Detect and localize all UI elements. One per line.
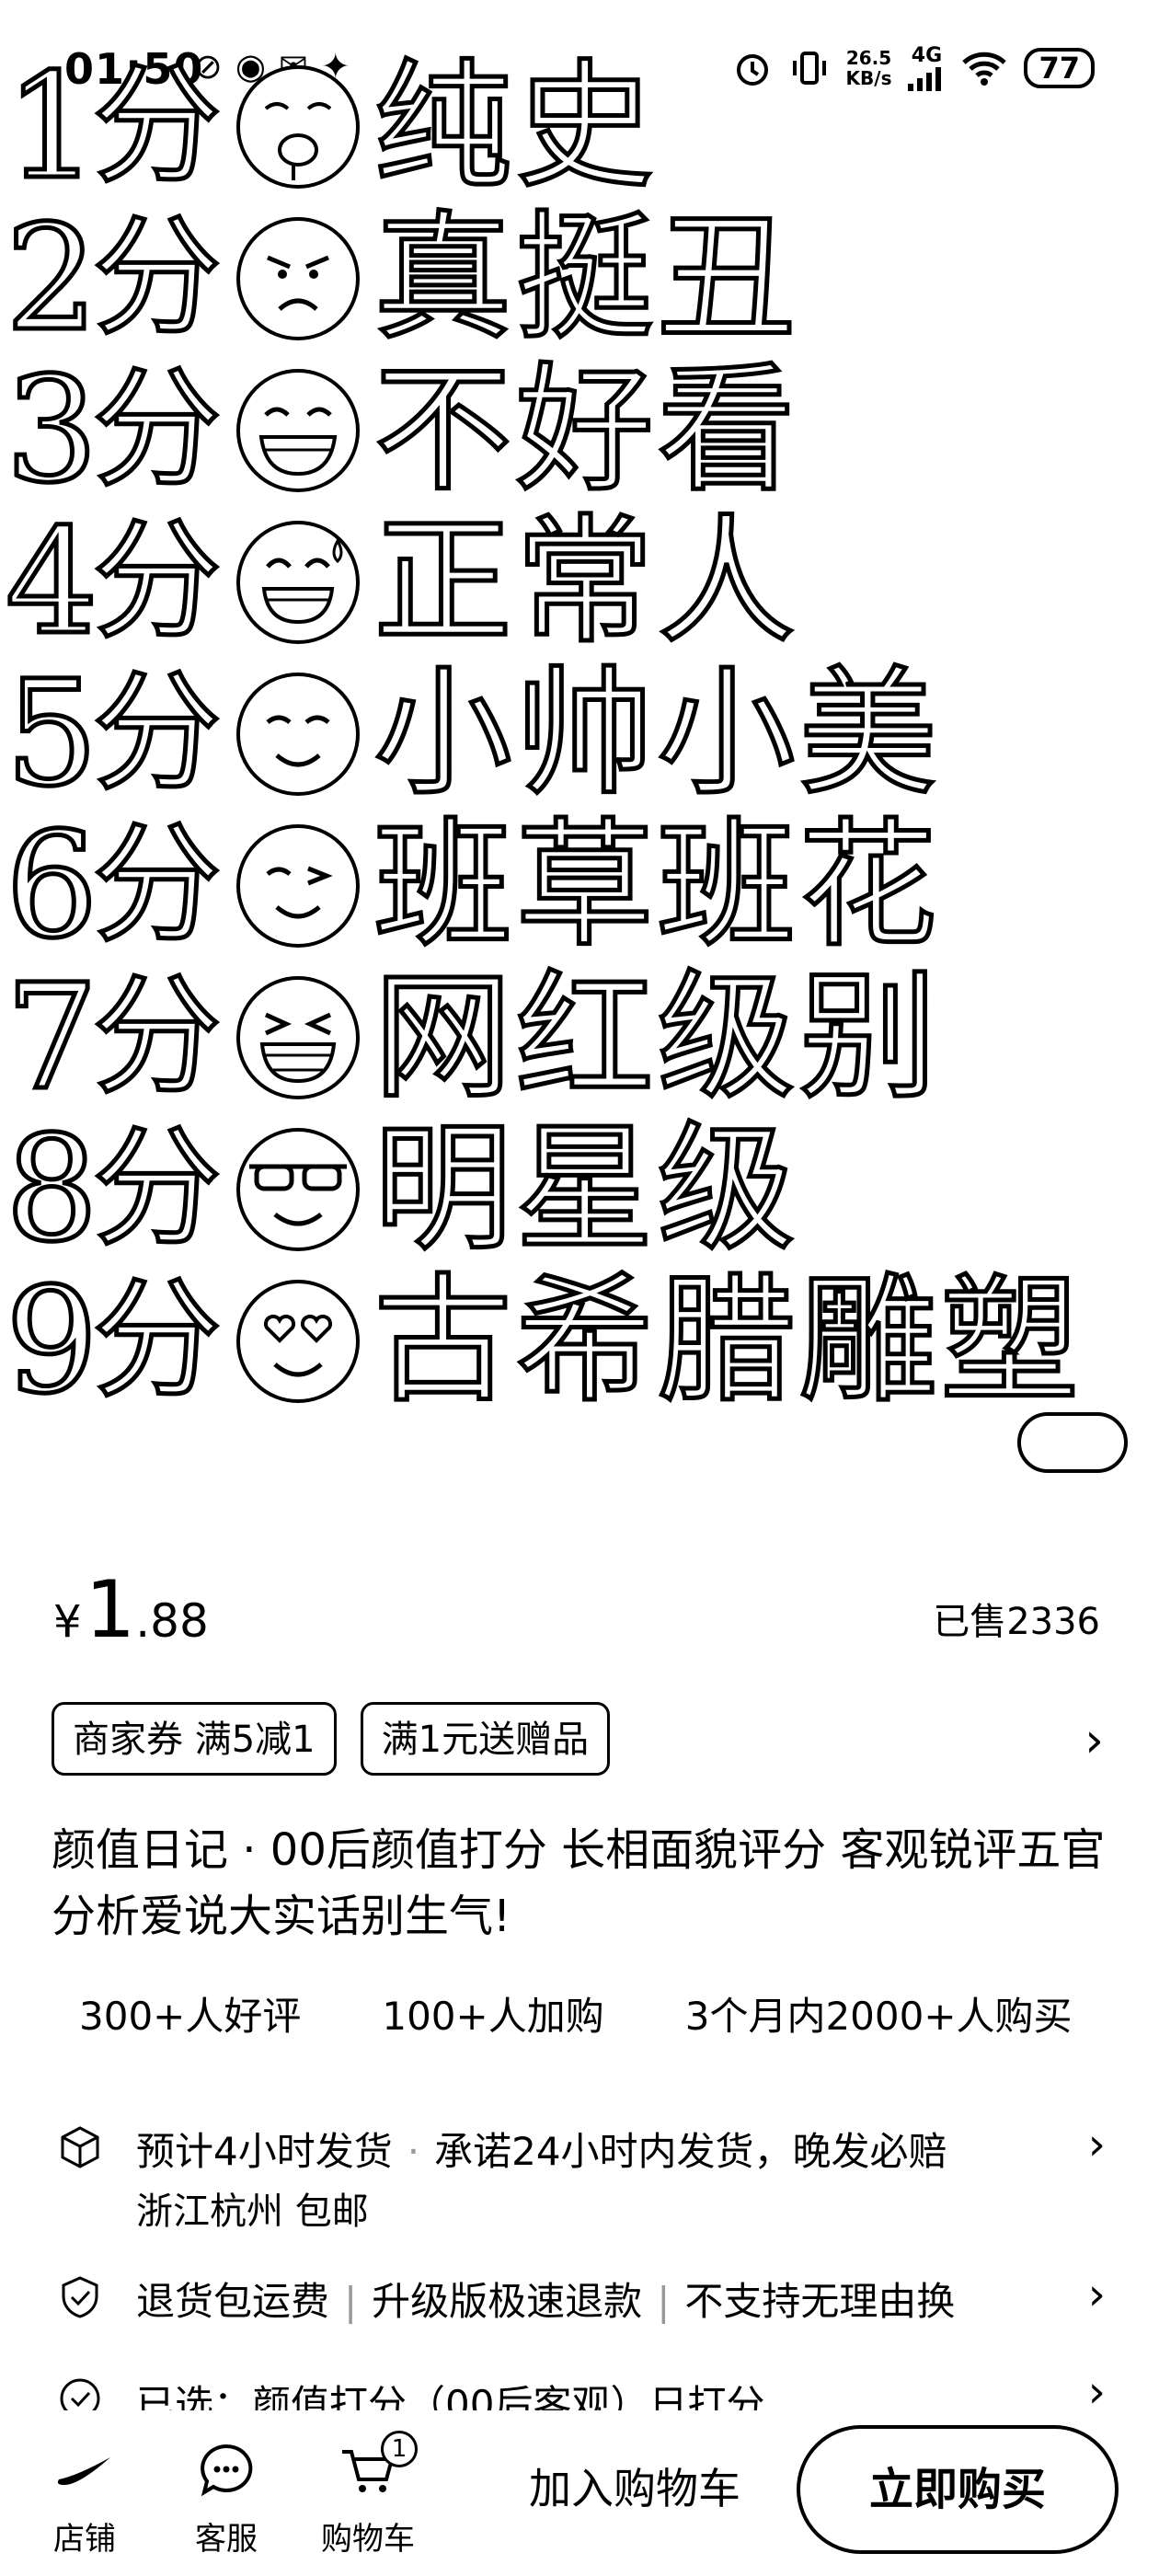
separator: | xyxy=(344,2279,358,2324)
rating-description: 真挺丑 xyxy=(372,198,799,359)
add-to-cart-button[interactable]: 加入购物车 xyxy=(497,2438,773,2539)
check-circle-icon xyxy=(60,2378,100,2410)
rating-description: 班草班花 xyxy=(372,805,941,966)
rating-row-7: 7 分 网红级别 xyxy=(4,952,941,1122)
product-title: 颜值日记 · 00后颜值打分 长相面貌评分 客观锐评五官分析爱说大实话别生气! xyxy=(52,1824,1106,1942)
return-policy-3: 不支持无理由换 xyxy=(684,2279,956,2324)
cart-icon: 1 xyxy=(313,2431,423,2502)
sunglasses-face-icon xyxy=(235,1127,360,1251)
rating-number: 9 xyxy=(4,1256,101,1426)
rating-description: 网红级别 xyxy=(372,957,941,1118)
buy-now-button[interactable]: 立即购买 xyxy=(797,2425,1119,2554)
returns-info: 退货包运费 | 升级版极速退款 | 不支持无理由换 xyxy=(136,2271,955,2327)
rating-number: 4 xyxy=(4,497,101,667)
rating-unit: 分 xyxy=(90,658,224,809)
crying-laugh-face-icon xyxy=(235,368,360,492)
stat-reviews: 300+人好评 xyxy=(79,1994,302,2039)
coupon-gift[interactable]: 满1元送赠品 xyxy=(360,1702,611,1776)
rating-row-8: 8 分 明星级 xyxy=(4,1104,799,1274)
return-policy-2: 升级版极速退款 xyxy=(372,2279,643,2324)
returns-row[interactable]: 退货包运费 | 升级版极速退款 | 不支持无理由换 › xyxy=(52,2269,1109,2327)
rating-unit: 分 xyxy=(90,810,224,960)
shipping-promise: 承诺24小时内发货，晚发必赔 xyxy=(434,2129,947,2174)
rating-unit: 分 xyxy=(90,51,224,201)
rating-description: 明星级 xyxy=(372,1109,799,1270)
rating-description: 小帅小美 xyxy=(372,653,941,814)
coupon-merchant[interactable]: 商家券 满5减1 xyxy=(52,1702,337,1776)
rating-unit: 分 xyxy=(90,354,224,505)
rating-row-3: 3 分 不好看 xyxy=(4,345,799,515)
shipping-row[interactable]: 预计4小时发货 · 承诺24小时内发货，晚发必赔 浙江杭州 包邮 › xyxy=(52,2119,1109,2233)
return-policy-1: 退货包运费 xyxy=(136,2279,330,2324)
product-stats: 300+人好评 100+人加购 3个月内2000+人购买 xyxy=(79,1985,1073,2041)
rating-row-5: 5 分 小帅小美 xyxy=(4,649,941,819)
rating-number: 6 xyxy=(4,800,101,971)
cart-button[interactable]: 1 购物车 xyxy=(313,2431,423,2559)
rating-row-4: 4 分 正常人 xyxy=(4,497,799,667)
separator: · xyxy=(407,2129,420,2174)
rating-row-1: 1 分 纯史 xyxy=(4,51,658,212)
coupon-list: 商家券 满5减1 满1元送赠品 xyxy=(52,1702,611,1776)
chat-icon xyxy=(171,2438,281,2502)
package-icon xyxy=(61,2126,99,2168)
rating-description: 正常人 xyxy=(372,501,799,662)
store-button[interactable]: 店铺 xyxy=(29,2438,140,2559)
heart-eyes-face-icon xyxy=(235,1279,360,1403)
rating-unit: 分 xyxy=(90,961,224,1112)
cart-count-badge: 1 xyxy=(381,2431,418,2467)
rating-number: 7 xyxy=(4,952,101,1122)
image-page-indicator[interactable] xyxy=(1017,1412,1128,1473)
rating-row-6: 6 分 班草班花 xyxy=(4,800,941,971)
price-currency: ¥ xyxy=(53,1596,82,1648)
rating-description: 不好看 xyxy=(372,350,799,511)
price-decimal: .88 xyxy=(135,1594,209,1648)
selected-variant-row[interactable]: 已选：颜值打分（00后客观）日打分 › xyxy=(52,2366,1109,2410)
stat-purchases: 3个月内2000+人购买 xyxy=(684,1994,1073,2039)
smile-face-icon xyxy=(235,672,360,796)
shipping-info: 预计4小时发货 · 承诺24小时内发货，晚发必赔 xyxy=(136,2121,947,2177)
shipping-origin: 浙江杭州 包邮 xyxy=(136,2191,369,2233)
store-label: 店铺 xyxy=(53,2521,116,2558)
rating-unit: 分 xyxy=(90,202,224,353)
customer-service-button[interactable]: 客服 xyxy=(171,2438,281,2559)
chevron-right-icon[interactable]: › xyxy=(1088,2119,1106,2170)
shipping-time: 预计4小时发货 xyxy=(136,2129,393,2174)
rating-description: 纯史 xyxy=(372,51,658,207)
rating-description: 古希腊雕塑 xyxy=(372,1260,1083,1421)
stat-add-cart: 100+人加购 xyxy=(382,1994,604,2039)
cart-label: 购物车 xyxy=(321,2521,415,2558)
chevron-right-icon[interactable]: › xyxy=(1088,2366,1106,2410)
sold-count: 已售2336 xyxy=(933,1601,1100,1643)
drool-face-icon xyxy=(235,64,360,189)
rating-unit: 分 xyxy=(90,506,224,657)
store-logo-icon xyxy=(29,2438,140,2502)
selected-variant: 已选：颜值打分（00后客观）日打分 xyxy=(136,2382,765,2410)
rating-number: 3 xyxy=(4,345,101,515)
rating-number: 8 xyxy=(4,1104,101,1274)
chevron-right-icon[interactable]: › xyxy=(1088,2269,1106,2320)
big-laugh-face-icon xyxy=(235,975,360,1099)
rating-number: 1 xyxy=(4,51,101,212)
product-image[interactable]: 1 分 纯史 2 分 真挺丑 3 分 不好看 4 分 正常人 5 分 小帅小美 … xyxy=(0,51,1159,1486)
angry-face-icon xyxy=(235,216,360,340)
rating-unit: 分 xyxy=(90,1265,224,1416)
rating-number: 2 xyxy=(4,193,101,363)
rating-row-9: 9 分 古希腊雕塑 xyxy=(4,1256,1083,1426)
rating-unit: 分 xyxy=(90,1113,224,1264)
chevron-right-icon[interactable]: › xyxy=(1084,1713,1104,1768)
price: ¥ 1 .88 xyxy=(53,1564,209,1656)
separator: | xyxy=(657,2279,671,2324)
price-integer: 1 xyxy=(85,1564,136,1656)
wink-face-icon xyxy=(235,823,360,948)
sweat-smile-face-icon xyxy=(235,520,360,644)
rating-row-2: 2 分 真挺丑 xyxy=(4,193,799,363)
rating-number: 5 xyxy=(4,649,101,819)
service-label: 客服 xyxy=(195,2521,258,2558)
shield-check-icon xyxy=(62,2276,98,2318)
